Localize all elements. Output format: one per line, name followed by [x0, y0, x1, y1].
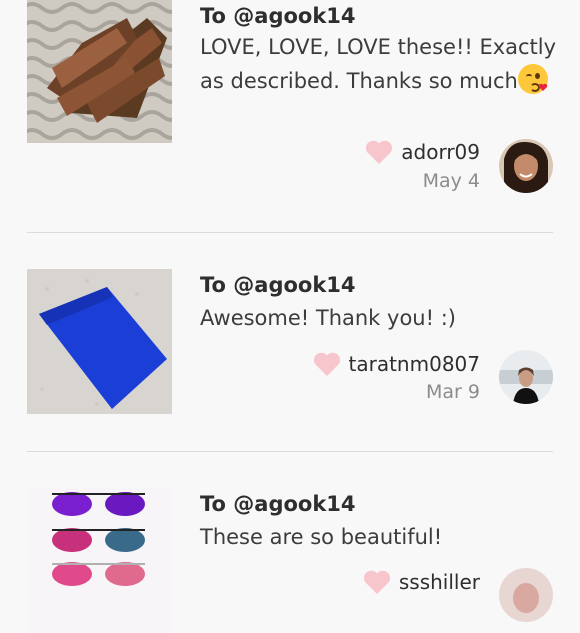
avatar-image: [499, 350, 553, 404]
reviewer-username[interactable]: ssshiller: [399, 570, 480, 594]
avatar-image: [499, 568, 553, 622]
review-item: To @agook14 Awesome! Thank you! :) tarat…: [0, 233, 580, 451]
item-thumbnail[interactable]: [27, 488, 172, 633]
sandals-image: [27, 0, 172, 143]
review-message: These are so beautiful!: [200, 521, 560, 554]
review-item: To @agook14 LOVE, LOVE, LOVE these!! Exa…: [0, 0, 580, 232]
review-message-text: Awesome! Thank you! :): [200, 306, 456, 330]
heart-icon[interactable]: [313, 351, 341, 377]
item-thumbnail[interactable]: [27, 0, 172, 143]
review-date: May 4: [422, 170, 480, 192]
avatar-image: [499, 139, 553, 193]
recipient-label: To @agook14: [200, 492, 356, 516]
recipient-label: To @agook14: [200, 273, 356, 297]
review-message: Awesome! Thank you! :): [200, 302, 560, 335]
reviewer-line: adorr09: [365, 139, 480, 165]
heart-icon[interactable]: [363, 569, 391, 595]
heart-icon[interactable]: [365, 139, 393, 165]
skirt-image: [27, 269, 172, 414]
sunglasses-image: [27, 488, 172, 633]
review-message-text: LOVE, LOVE, LOVE these!! Exactly as desc…: [200, 35, 557, 93]
reviewer-username[interactable]: adorr09: [401, 140, 480, 164]
review-date: Mar 9: [426, 381, 480, 403]
reviewer-line: taratnm0807: [313, 351, 480, 377]
reviewer-line: ssshiller: [363, 569, 480, 595]
reviewer-avatar[interactable]: [499, 139, 553, 193]
review-item: To @agook14 These are so beautiful! sssh…: [0, 452, 580, 633]
review-message-text: These are so beautiful!: [200, 525, 443, 549]
reviewer-avatar[interactable]: [499, 568, 553, 622]
review-message: LOVE, LOVE, LOVE these!! Exactly as desc…: [200, 31, 560, 98]
recipient-label: To @agook14: [200, 4, 356, 28]
reviewer-username[interactable]: taratnm0807: [349, 352, 480, 376]
reviewer-avatar[interactable]: [499, 350, 553, 404]
item-thumbnail[interactable]: [27, 269, 172, 414]
kissing-face-emoji-icon: [517, 64, 548, 94]
